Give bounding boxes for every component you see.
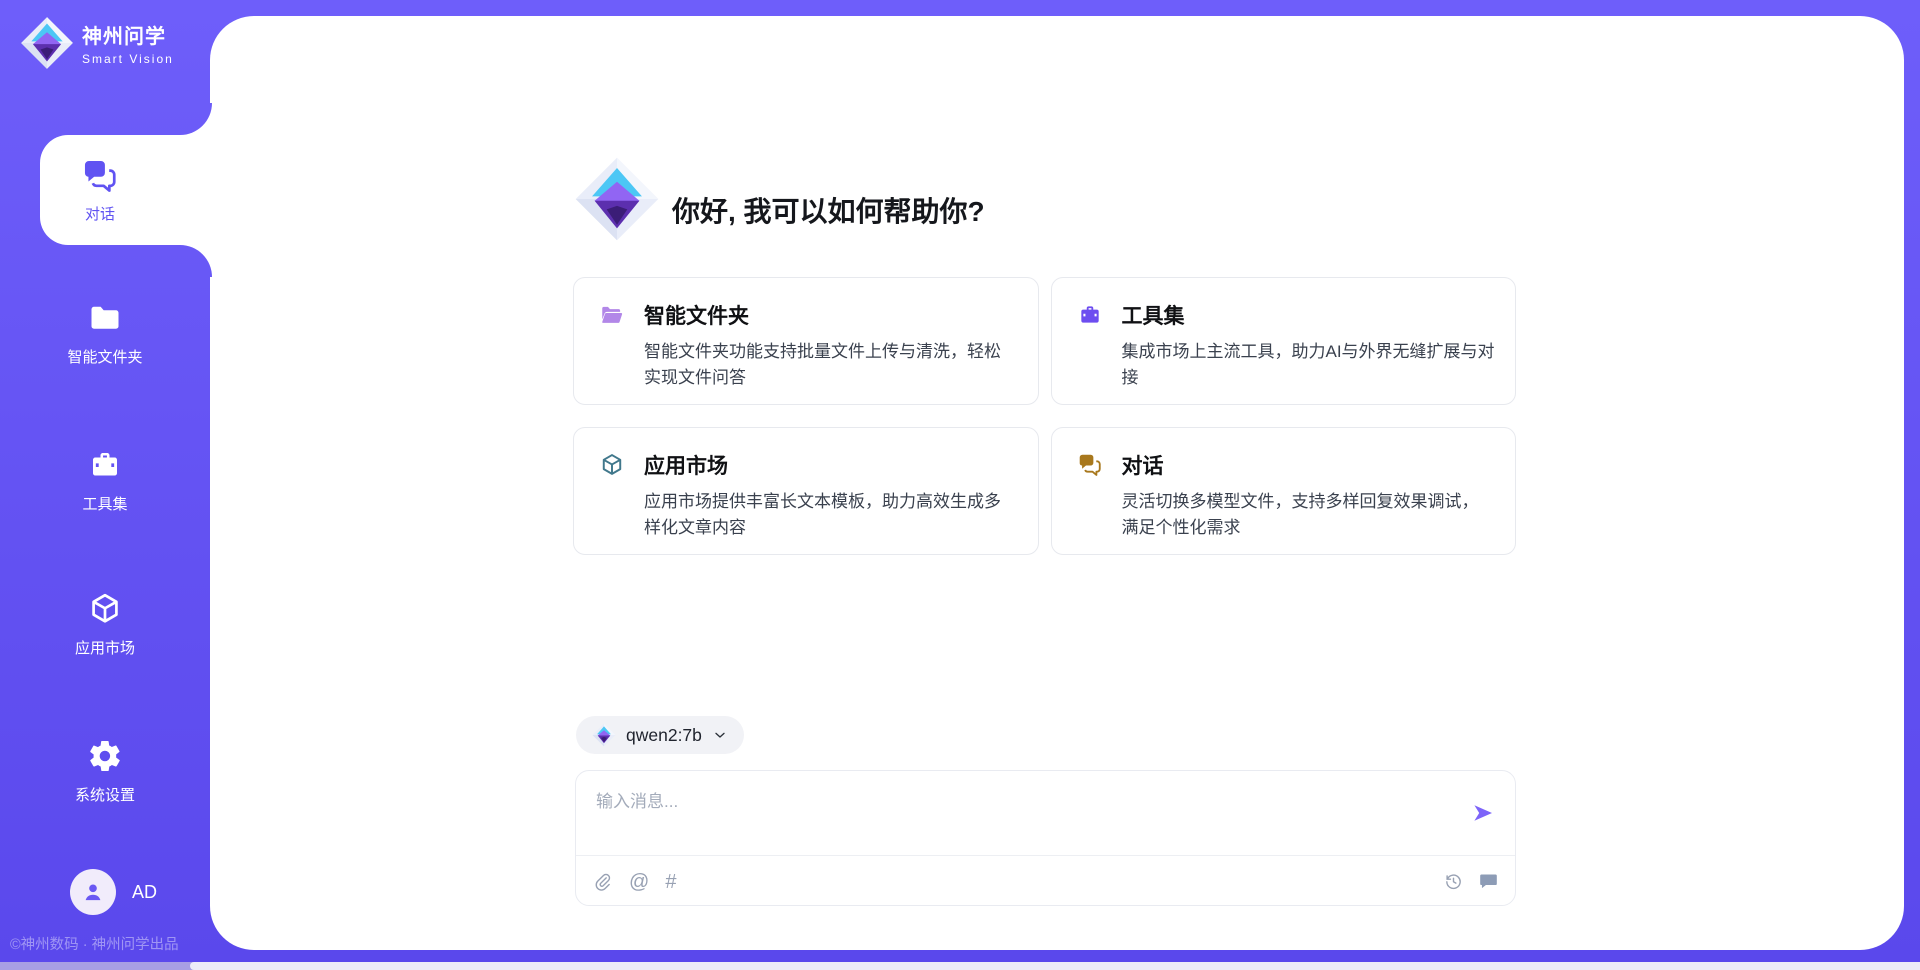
sidebar-item-label: 智能文件夹 (67, 346, 142, 367)
brand-subtitle: Smart Vision (82, 52, 174, 66)
user-initials: AD (132, 882, 157, 903)
send-icon (1471, 801, 1495, 825)
model-logo-icon (592, 723, 616, 747)
toolbox-icon (87, 447, 123, 483)
chevron-down-icon (712, 727, 728, 743)
sidebar-item-label: 对话 (85, 203, 115, 224)
attachment-button[interactable] (592, 871, 613, 892)
hash-button[interactable]: # (665, 872, 676, 892)
sidebar: 神州问学 Smart Vision 对话 智能文件夹 工具集 应用市场 系统设置… (0, 0, 210, 970)
message-input[interactable] (596, 787, 1436, 847)
feature-cards: 智能文件夹 智能文件夹功能支持批量文件上传与清洗，轻松实现文件问答 工具集 集成… (573, 277, 1516, 555)
copyright-footer: ©神州数码 · 神州问学出品 (10, 933, 179, 954)
tab-curve-top (180, 103, 212, 135)
card-chat[interactable]: 对话 灵活切换多模型文件，支持多样回复效果调试，满足个性化需求 (1051, 427, 1517, 555)
folder-open-icon (599, 302, 625, 328)
card-description: 应用市场提供丰富长文本模板，助力高效生成多样化文章内容 (644, 489, 1018, 542)
brand: 神州问学 Smart Vision (20, 16, 174, 70)
model-name: qwen2:7b (626, 725, 702, 746)
comment-icon (1478, 871, 1499, 892)
brand-name: 神州问学 (82, 20, 174, 49)
hero-logo-icon (574, 156, 660, 242)
card-title: 工具集 (1122, 300, 1185, 330)
card-description: 智能文件夹功能支持批量文件上传与清洗，轻松实现文件问答 (644, 339, 1018, 392)
sidebar-item-chat[interactable]: 对话 (40, 135, 212, 245)
history-icon (1443, 871, 1464, 892)
greeting-title: 你好, 我可以如何帮助你? (672, 190, 985, 230)
card-app-market[interactable]: 应用市场 应用市场提供丰富长文本模板，助力高效生成多样化文章内容 (573, 427, 1039, 555)
user-profile[interactable]: AD (70, 869, 157, 915)
person-icon (80, 879, 106, 905)
at-mention-button[interactable]: @ (629, 872, 649, 892)
sidebar-item-settings[interactable]: 系统设置 (0, 738, 210, 805)
send-button[interactable] (1471, 801, 1495, 825)
message-composer: @ # (575, 770, 1516, 906)
horizontal-scrollbar[interactable] (0, 962, 1920, 970)
card-smart-folders[interactable]: 智能文件夹 智能文件夹功能支持批量文件上传与清洗，轻松实现文件问答 (573, 277, 1039, 405)
card-title: 应用市场 (644, 450, 728, 480)
card-description: 集成市场上主流工具，助力AI与外界无缝扩展与对接 (1122, 339, 1496, 392)
sidebar-item-label: 应用市场 (75, 637, 135, 658)
gear-icon (87, 738, 123, 774)
avatar (70, 869, 116, 915)
history-button[interactable] (1443, 871, 1464, 892)
tab-curve-bottom (180, 245, 212, 277)
card-title: 对话 (1122, 450, 1164, 480)
comment-button[interactable] (1478, 871, 1499, 892)
brand-logo-icon (20, 16, 74, 70)
sidebar-item-label: 工具集 (82, 493, 127, 514)
card-toolset[interactable]: 工具集 集成市场上主流工具，助力AI与外界无缝扩展与对接 (1051, 277, 1517, 405)
sidebar-item-label: 系统设置 (75, 784, 135, 805)
chat-bubbles-icon (81, 157, 119, 195)
scrollbar-thumb[interactable] (190, 962, 1920, 970)
toolbox-icon (1077, 302, 1103, 328)
model-selector[interactable]: qwen2:7b (576, 716, 744, 754)
chat-bubbles-icon (1077, 452, 1103, 478)
sidebar-item-market[interactable]: 应用市场 (0, 591, 210, 658)
cube-icon (87, 591, 123, 627)
composer-toolbar: @ # (576, 856, 1515, 907)
card-description: 灵活切换多模型文件，支持多样回复效果调试，满足个性化需求 (1122, 489, 1496, 542)
main-panel: 你好, 我可以如何帮助你? 智能文件夹 智能文件夹功能支持批量文件上传与清洗，轻… (210, 16, 1904, 950)
attachment-icon (592, 871, 613, 892)
card-title: 智能文件夹 (644, 300, 749, 330)
sidebar-item-folders[interactable]: 智能文件夹 (0, 300, 210, 367)
sidebar-item-tools[interactable]: 工具集 (0, 447, 210, 514)
folder-icon (87, 300, 123, 336)
cube-icon (599, 452, 625, 478)
